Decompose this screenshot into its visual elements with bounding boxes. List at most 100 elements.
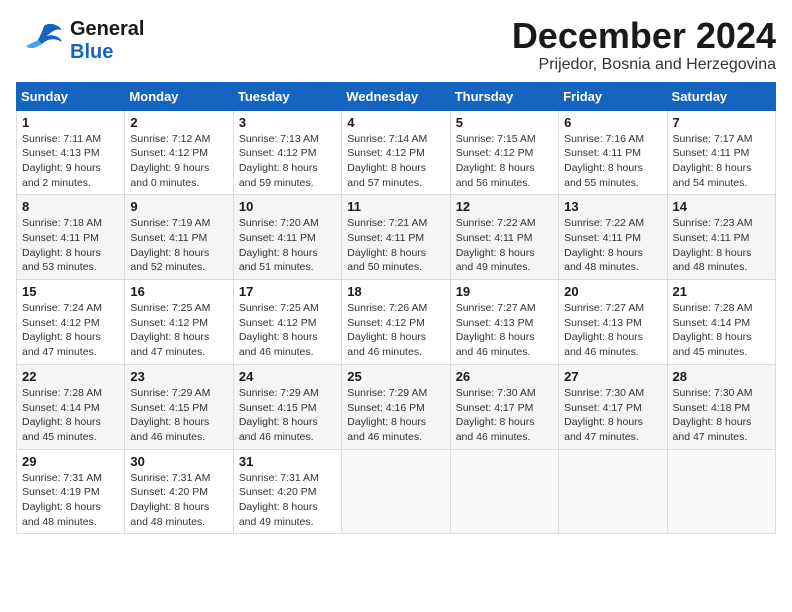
calendar-cell: 26 Sunrise: 7:30 AM Sunset: 4:17 PM Dayl…: [450, 364, 558, 449]
day-number: 11: [347, 199, 444, 214]
day-info: Sunrise: 7:13 AM Sunset: 4:12 PM Dayligh…: [239, 132, 336, 191]
calendar-cell: 22 Sunrise: 7:28 AM Sunset: 4:14 PM Dayl…: [17, 364, 125, 449]
day-number: 16: [130, 284, 227, 299]
day-info: Sunrise: 7:29 AM Sunset: 4:15 PM Dayligh…: [239, 386, 336, 445]
day-header-saturday: Saturday: [667, 82, 775, 110]
calendar-cell: [450, 449, 558, 534]
day-number: 13: [564, 199, 661, 214]
day-info: Sunrise: 7:21 AM Sunset: 4:11 PM Dayligh…: [347, 216, 444, 275]
day-info: Sunrise: 7:11 AM Sunset: 4:13 PM Dayligh…: [22, 132, 119, 191]
day-info: Sunrise: 7:23 AM Sunset: 4:11 PM Dayligh…: [673, 216, 770, 275]
calendar-week-2: 8 Sunrise: 7:18 AM Sunset: 4:11 PM Dayli…: [17, 195, 776, 280]
day-number: 17: [239, 284, 336, 299]
title-block: December 2024 Prijedor, Bosnia and Herze…: [512, 16, 776, 74]
day-info: Sunrise: 7:22 AM Sunset: 4:11 PM Dayligh…: [456, 216, 553, 275]
calendar-week-1: 1 Sunrise: 7:11 AM Sunset: 4:13 PM Dayli…: [17, 110, 776, 195]
day-number: 22: [22, 369, 119, 384]
day-number: 21: [673, 284, 770, 299]
day-number: 6: [564, 115, 661, 130]
day-number: 7: [673, 115, 770, 130]
day-info: Sunrise: 7:26 AM Sunset: 4:12 PM Dayligh…: [347, 301, 444, 360]
day-info: Sunrise: 7:30 AM Sunset: 4:17 PM Dayligh…: [456, 386, 553, 445]
day-number: 5: [456, 115, 553, 130]
day-number: 29: [22, 454, 119, 469]
day-header-thursday: Thursday: [450, 82, 558, 110]
calendar-table: SundayMondayTuesdayWednesdayThursdayFrid…: [16, 82, 776, 535]
calendar-cell: 25 Sunrise: 7:29 AM Sunset: 4:16 PM Dayl…: [342, 364, 450, 449]
calendar-cell: 18 Sunrise: 7:26 AM Sunset: 4:12 PM Dayl…: [342, 280, 450, 365]
calendar-cell: 1 Sunrise: 7:11 AM Sunset: 4:13 PM Dayli…: [17, 110, 125, 195]
calendar-cell: [667, 449, 775, 534]
day-info: Sunrise: 7:30 AM Sunset: 4:18 PM Dayligh…: [673, 386, 770, 445]
day-number: 26: [456, 369, 553, 384]
calendar-cell: 30 Sunrise: 7:31 AM Sunset: 4:20 PM Dayl…: [125, 449, 233, 534]
day-info: Sunrise: 7:30 AM Sunset: 4:17 PM Dayligh…: [564, 386, 661, 445]
day-number: 2: [130, 115, 227, 130]
day-number: 15: [22, 284, 119, 299]
day-number: 9: [130, 199, 227, 214]
calendar-cell: 21 Sunrise: 7:28 AM Sunset: 4:14 PM Dayl…: [667, 280, 775, 365]
day-info: Sunrise: 7:25 AM Sunset: 4:12 PM Dayligh…: [239, 301, 336, 360]
day-info: Sunrise: 7:12 AM Sunset: 4:12 PM Dayligh…: [130, 132, 227, 191]
day-info: Sunrise: 7:28 AM Sunset: 4:14 PM Dayligh…: [22, 386, 119, 445]
calendar-cell: 17 Sunrise: 7:25 AM Sunset: 4:12 PM Dayl…: [233, 280, 341, 365]
calendar-cell: 10 Sunrise: 7:20 AM Sunset: 4:11 PM Dayl…: [233, 195, 341, 280]
calendar-cell: 3 Sunrise: 7:13 AM Sunset: 4:12 PM Dayli…: [233, 110, 341, 195]
day-number: 14: [673, 199, 770, 214]
day-header-sunday: Sunday: [17, 82, 125, 110]
calendar-cell: 11 Sunrise: 7:21 AM Sunset: 4:11 PM Dayl…: [342, 195, 450, 280]
calendar-cell: 9 Sunrise: 7:19 AM Sunset: 4:11 PM Dayli…: [125, 195, 233, 280]
day-info: Sunrise: 7:31 AM Sunset: 4:19 PM Dayligh…: [22, 471, 119, 530]
calendar-cell: 4 Sunrise: 7:14 AM Sunset: 4:12 PM Dayli…: [342, 110, 450, 195]
calendar-cell: 27 Sunrise: 7:30 AM Sunset: 4:17 PM Dayl…: [559, 364, 667, 449]
day-info: Sunrise: 7:27 AM Sunset: 4:13 PM Dayligh…: [456, 301, 553, 360]
day-info: Sunrise: 7:15 AM Sunset: 4:12 PM Dayligh…: [456, 132, 553, 191]
day-number: 27: [564, 369, 661, 384]
day-info: Sunrise: 7:31 AM Sunset: 4:20 PM Dayligh…: [130, 471, 227, 530]
calendar-cell: 13 Sunrise: 7:22 AM Sunset: 4:11 PM Dayl…: [559, 195, 667, 280]
day-info: Sunrise: 7:31 AM Sunset: 4:20 PM Dayligh…: [239, 471, 336, 530]
calendar-cell: 23 Sunrise: 7:29 AM Sunset: 4:15 PM Dayl…: [125, 364, 233, 449]
calendar-week-4: 22 Sunrise: 7:28 AM Sunset: 4:14 PM Dayl…: [17, 364, 776, 449]
logo: General Blue: [16, 16, 144, 66]
day-number: 10: [239, 199, 336, 214]
calendar-cell: 29 Sunrise: 7:31 AM Sunset: 4:19 PM Dayl…: [17, 449, 125, 534]
day-number: 24: [239, 369, 336, 384]
day-info: Sunrise: 7:24 AM Sunset: 4:12 PM Dayligh…: [22, 301, 119, 360]
day-info: Sunrise: 7:16 AM Sunset: 4:11 PM Dayligh…: [564, 132, 661, 191]
day-header-monday: Monday: [125, 82, 233, 110]
day-number: 23: [130, 369, 227, 384]
calendar-cell: 16 Sunrise: 7:25 AM Sunset: 4:12 PM Dayl…: [125, 280, 233, 365]
calendar-cell: 14 Sunrise: 7:23 AM Sunset: 4:11 PM Dayl…: [667, 195, 775, 280]
day-number: 19: [456, 284, 553, 299]
calendar-cell: 15 Sunrise: 7:24 AM Sunset: 4:12 PM Dayl…: [17, 280, 125, 365]
calendar-cell: 19 Sunrise: 7:27 AM Sunset: 4:13 PM Dayl…: [450, 280, 558, 365]
day-info: Sunrise: 7:19 AM Sunset: 4:11 PM Dayligh…: [130, 216, 227, 275]
day-info: Sunrise: 7:20 AM Sunset: 4:11 PM Dayligh…: [239, 216, 336, 275]
logo-icon: [16, 16, 66, 66]
calendar-cell: [559, 449, 667, 534]
day-info: Sunrise: 7:18 AM Sunset: 4:11 PM Dayligh…: [22, 216, 119, 275]
calendar-cell: 31 Sunrise: 7:31 AM Sunset: 4:20 PM Dayl…: [233, 449, 341, 534]
calendar-cell: 24 Sunrise: 7:29 AM Sunset: 4:15 PM Dayl…: [233, 364, 341, 449]
day-number: 18: [347, 284, 444, 299]
page-header: General Blue December 2024 Prijedor, Bos…: [16, 16, 776, 74]
day-info: Sunrise: 7:29 AM Sunset: 4:15 PM Dayligh…: [130, 386, 227, 445]
calendar-cell: 6 Sunrise: 7:16 AM Sunset: 4:11 PM Dayli…: [559, 110, 667, 195]
calendar-cell: [342, 449, 450, 534]
day-number: 8: [22, 199, 119, 214]
day-number: 25: [347, 369, 444, 384]
calendar-cell: 28 Sunrise: 7:30 AM Sunset: 4:18 PM Dayl…: [667, 364, 775, 449]
day-number: 12: [456, 199, 553, 214]
day-number: 31: [239, 454, 336, 469]
day-header-friday: Friday: [559, 82, 667, 110]
month-title: December 2024: [512, 16, 776, 56]
calendar-cell: 5 Sunrise: 7:15 AM Sunset: 4:12 PM Dayli…: [450, 110, 558, 195]
day-header-wednesday: Wednesday: [342, 82, 450, 110]
day-number: 4: [347, 115, 444, 130]
calendar-cell: 7 Sunrise: 7:17 AM Sunset: 4:11 PM Dayli…: [667, 110, 775, 195]
day-info: Sunrise: 7:14 AM Sunset: 4:12 PM Dayligh…: [347, 132, 444, 191]
calendar-week-5: 29 Sunrise: 7:31 AM Sunset: 4:19 PM Dayl…: [17, 449, 776, 534]
day-info: Sunrise: 7:27 AM Sunset: 4:13 PM Dayligh…: [564, 301, 661, 360]
day-number: 3: [239, 115, 336, 130]
